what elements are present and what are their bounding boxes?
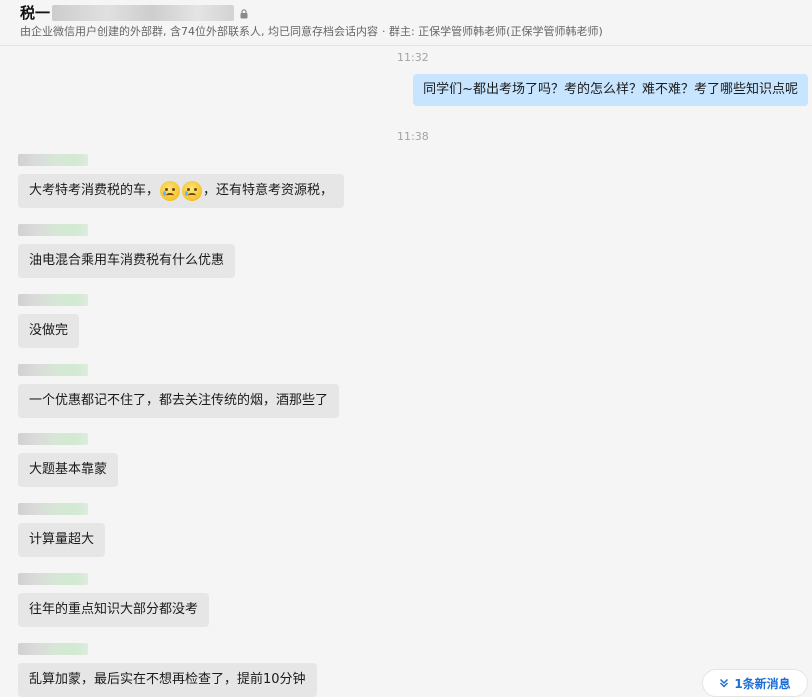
timestamp: 11:32 [397,51,429,64]
lock-icon [240,9,248,19]
redacted-sender-name [18,154,88,166]
crying-face-emoji [160,181,181,201]
incoming-message[interactable]: 大题基本靠蒙 [18,453,119,487]
message-list[interactable]: 11:32 同学们~都出考场了吗？考的怎么样？难不难？考了哪些知识点呢 11:3… [0,47,812,697]
incoming-message[interactable]: 计算量超大 [18,523,106,557]
new-messages-label: 1条新消息 [734,676,791,691]
group-owner: · 群主: 正保学管师韩老师(正保学管师韩老师) [381,25,603,38]
timestamp: 11:38 [397,130,429,143]
outgoing-message[interactable]: 同学们~都出考场了吗？考的怎么样？难不难？考了哪些知识点呢 [413,74,808,106]
group-title[interactable]: 税一 [20,3,50,23]
incoming-message[interactable]: 一个优惠都记不住了，都去关注传统的烟，酒那些了 [18,384,340,418]
message-text: 大考特考消费税的车， [29,183,160,198]
redacted-sender-name [18,503,88,515]
group-description: 由企业微信用户创建的外部群, 含74位外部联系人, 均已同意存档会话内容 [20,25,378,38]
redacted-title [52,5,235,21]
crying-face-emoji [182,181,203,201]
incoming-message[interactable]: 没做完 [18,314,80,348]
title-row: 税一 [20,3,248,23]
redacted-sender-name [18,224,88,236]
new-messages-button[interactable]: 1条新消息 [702,669,808,697]
redacted-sender-name [18,643,88,655]
redacted-sender-name [18,433,88,445]
incoming-message[interactable]: 大考特考消费税的车， ，还有特意考资源税， [18,174,345,208]
redacted-sender-name [18,573,88,585]
incoming-message[interactable]: 往年的重点知识大部分都没考 [18,593,210,627]
redacted-sender-name [18,294,88,306]
group-subtitle: 由企业微信用户创建的外部群, 含74位外部联系人, 均已同意存档会话内容 · 群主… [20,25,603,39]
double-chevron-down-icon [720,678,729,688]
redacted-sender-name [18,364,88,376]
incoming-message[interactable]: 乱算加蒙，最后实在不想再检查了，提前10分钟 [18,663,317,697]
incoming-message[interactable]: 油电混合乘用车消费税有什么优惠 [18,244,236,278]
chat-header: 税一 由企业微信用户创建的外部群, 含74位外部联系人, 均已同意存档会话内容 ·… [0,0,812,46]
message-text: ，还有特意考资源税， [203,183,334,198]
